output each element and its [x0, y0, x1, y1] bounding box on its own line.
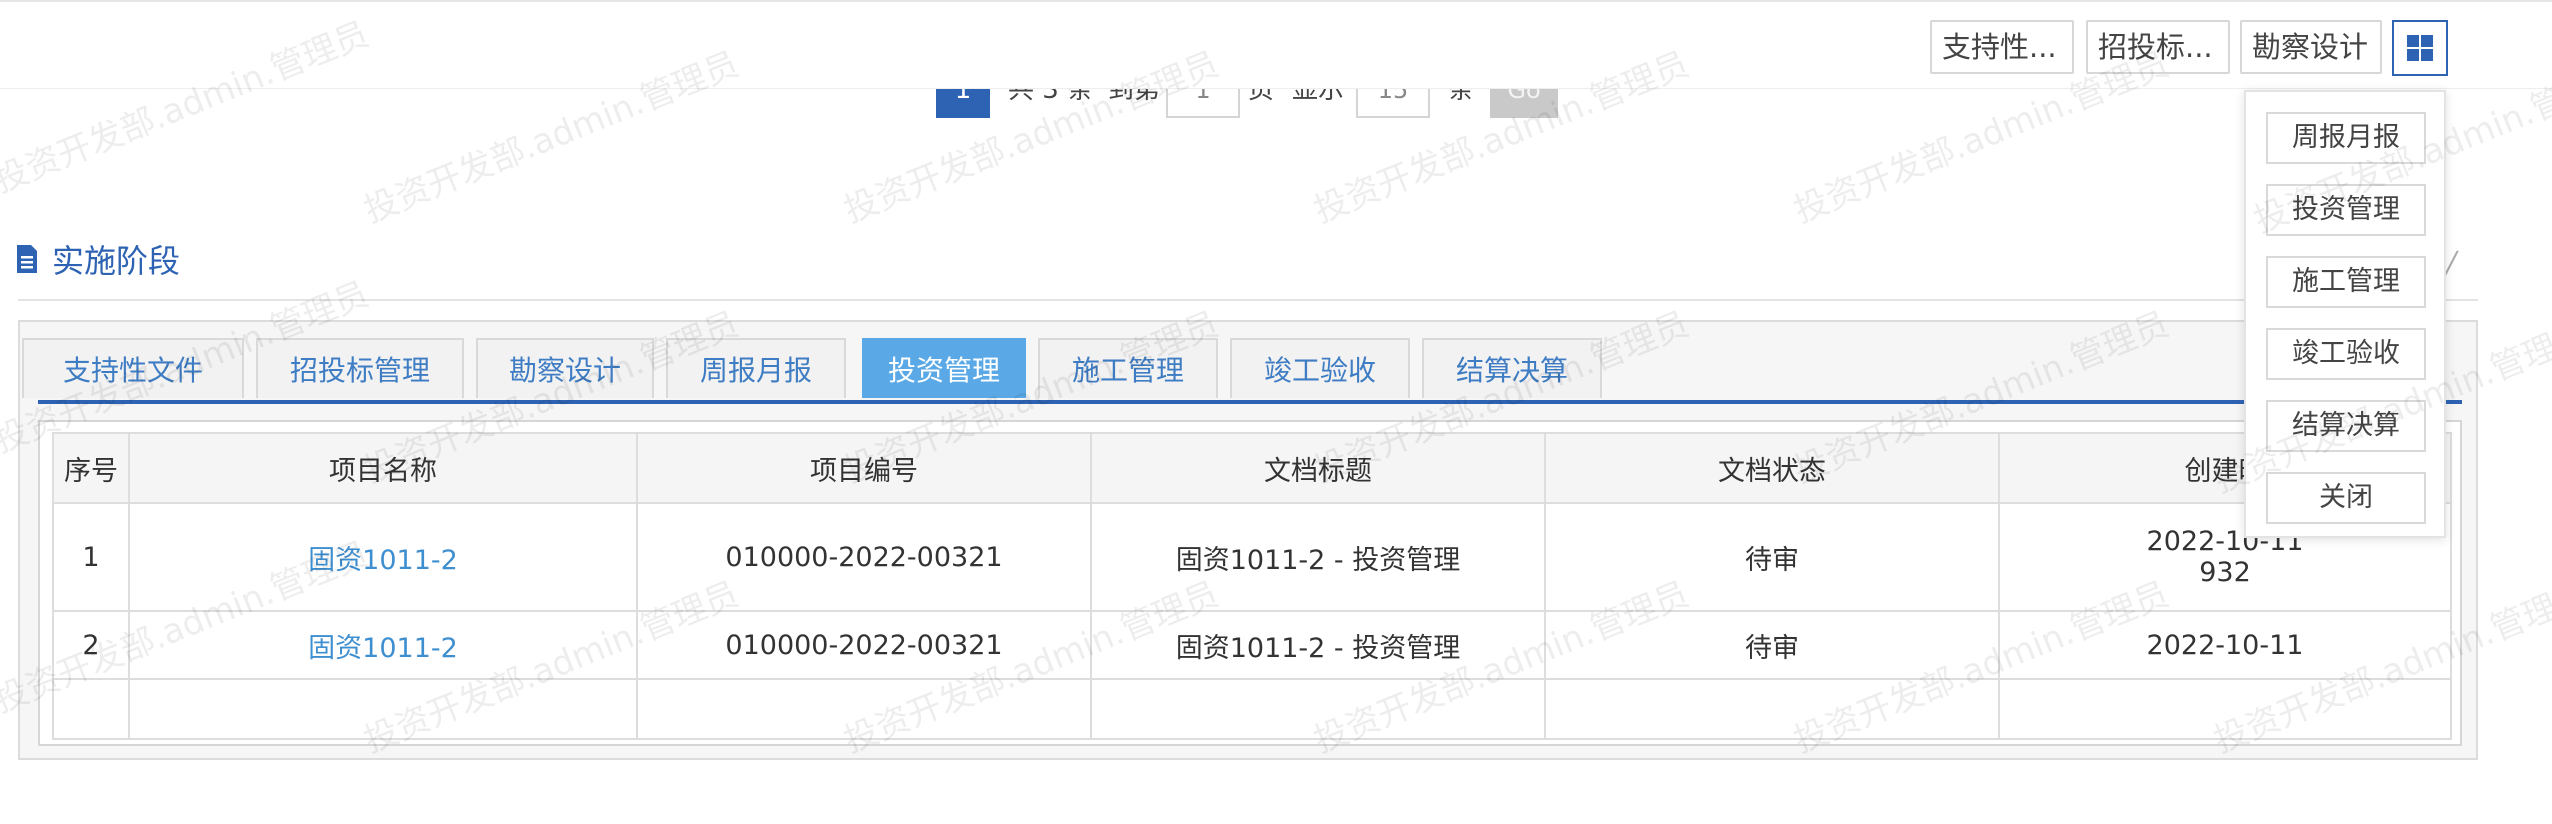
document-table: 序号 项目名称 项目编号 文档标题 文档状态 创建时 1 固资1011-2 01…: [52, 432, 2452, 740]
empty-cell: [1090, 678, 1546, 740]
table-row-empty: [52, 678, 2452, 740]
table-header-row: 序号 项目名称 项目编号 文档标题 文档状态 创建时: [52, 432, 2452, 504]
col-header-no: 序号: [52, 432, 130, 504]
menu-item-investment[interactable]: 投资管理: [2266, 184, 2426, 236]
cell-project-code: 010000-2022-00321: [636, 610, 1092, 680]
shortcut-survey-design-button[interactable]: 勘察设计: [2240, 20, 2382, 74]
tab-support-docs[interactable]: 支持性文件: [22, 338, 244, 398]
cell-doc-status: 待审: [1544, 502, 2000, 612]
table-row: 2 固资1011-2 010000-2022-00321 固资1011-2 - …: [52, 610, 2452, 680]
col-header-project-name: 项目名称: [128, 432, 638, 504]
empty-cell: [1998, 678, 2452, 740]
shortcut-dropdown-menu: 周报月报 投资管理 施工管理 竣工验收 结算决算 关闭: [2244, 90, 2446, 538]
tab-underline: [38, 400, 2462, 404]
section-divider: [18, 299, 2478, 301]
cell-no: 2: [52, 610, 130, 680]
document-table-container: 序号 项目名称 项目编号 文档标题 文档状态 创建时 1 固资1011-2 01…: [38, 420, 2462, 746]
empty-cell: [128, 678, 638, 740]
menu-item-settlement[interactable]: 结算决算: [2266, 400, 2426, 452]
tab-survey-design[interactable]: 勘察设计: [476, 338, 654, 398]
col-header-doc-title: 文档标题: [1090, 432, 1546, 504]
cell-no: 1: [52, 502, 130, 612]
menu-item-close[interactable]: 关闭: [2266, 472, 2426, 524]
created-time: 932: [2199, 557, 2251, 588]
grid-menu-icon[interactable]: [2392, 20, 2448, 76]
empty-cell: [52, 678, 130, 740]
tab-acceptance[interactable]: 竣工验收: [1230, 338, 1410, 398]
top-bar: 支持性... 招投标... 勘察设计: [0, 0, 2552, 89]
empty-cell: [1544, 678, 2000, 740]
tab-construction[interactable]: 施工管理: [1038, 338, 1218, 398]
cell-created: 2022-10-11: [1998, 610, 2452, 680]
tab-settlement[interactable]: 结算决算: [1422, 338, 1602, 398]
table-row: 1 固资1011-2 010000-2022-00321 固资1011-2 - …: [52, 502, 2452, 612]
cell-project-code: 010000-2022-00321: [636, 502, 1092, 612]
col-header-project-code: 项目编号: [636, 432, 1092, 504]
section-header: 实施阶段: [16, 236, 180, 286]
document-icon: [16, 238, 38, 288]
project-name-link[interactable]: 固资1011-2: [128, 610, 638, 680]
menu-item-construction[interactable]: 施工管理: [2266, 256, 2426, 308]
menu-item-acceptance[interactable]: 竣工验收: [2266, 328, 2426, 380]
tab-investment[interactable]: 投资管理: [862, 338, 1026, 398]
project-name-link[interactable]: 固资1011-2: [128, 502, 638, 612]
col-header-doc-status: 文档状态: [1544, 432, 2000, 504]
empty-cell: [636, 678, 1092, 740]
cell-doc-status: 待审: [1544, 610, 2000, 680]
shortcut-support-docs-button[interactable]: 支持性...: [1930, 20, 2074, 74]
section-title: 实施阶段: [52, 242, 181, 280]
cell-doc-title: 固资1011-2 - 投资管理: [1090, 610, 1546, 680]
menu-item-weekly-monthly[interactable]: 周报月报: [2266, 112, 2426, 164]
tab-bidding[interactable]: 招投标管理: [256, 338, 464, 398]
shortcut-bidding-button[interactable]: 招投标...: [2086, 20, 2230, 74]
cell-doc-title: 固资1011-2 - 投资管理: [1090, 502, 1546, 612]
tab-weekly-monthly[interactable]: 周报月报: [666, 338, 846, 398]
